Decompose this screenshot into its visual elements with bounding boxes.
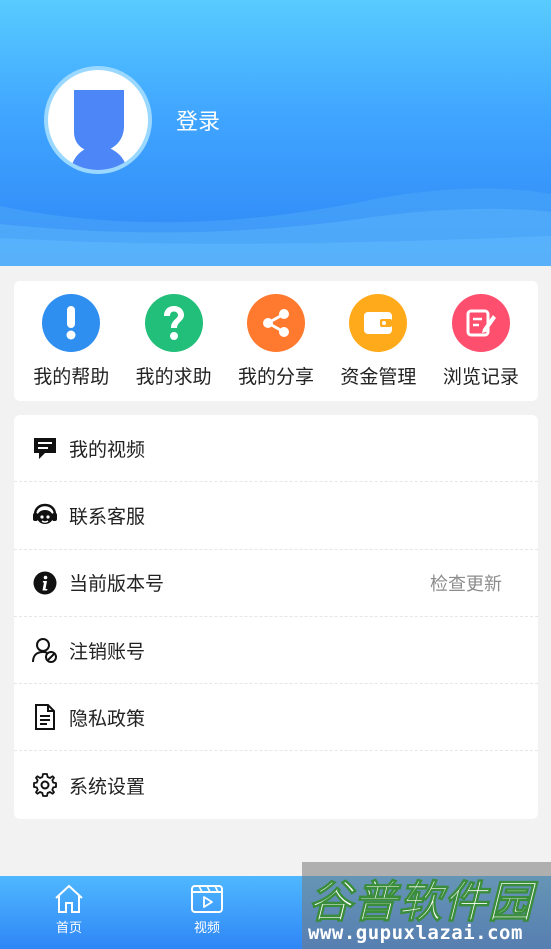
document-icon	[32, 704, 58, 731]
message-icon	[32, 435, 58, 461]
gear-icon	[32, 772, 58, 798]
tab-label: 首页	[55, 921, 82, 936]
question-icon	[144, 294, 203, 352]
shortcut-label: 资金管理	[340, 366, 417, 388]
user-cancel-icon	[32, 637, 58, 664]
menu-item-cancel-account[interactable]: 注销账号	[14, 617, 538, 685]
headset-icon	[32, 502, 58, 528]
shortcut-label: 我的求助	[135, 366, 212, 388]
menu-item-system-settings[interactable]: 系统设置	[14, 751, 538, 818]
shortcut-my-share[interactable]: 我的分享	[225, 281, 327, 401]
info-icon	[32, 570, 58, 596]
check-update-link[interactable]: 检查更新	[430, 570, 502, 596]
tab-home[interactable]: 首页	[0, 876, 138, 949]
menu-list: 我的视频 联系客服 当前版本号 检查更新 注销账号 隐私政策 系统设置	[14, 415, 538, 819]
header-wave	[0, 188, 551, 266]
menu-item-label: 联系客服	[69, 505, 146, 528]
shortcut-label: 我的分享	[238, 366, 315, 388]
menu-item-contact-support[interactable]: 联系客服	[14, 482, 538, 550]
shortcut-panel: 我的帮助 我的求助 我的分享 资金管理 浏览记录	[14, 281, 538, 401]
shortcut-browse-history[interactable]: 浏览记录	[430, 281, 532, 401]
shortcut-label: 我的帮助	[33, 366, 110, 388]
exclamation-icon	[42, 294, 101, 352]
menu-item-privacy-policy[interactable]: 隐私政策	[14, 684, 538, 752]
watermark: 谷普软件园 www.gupuxlazai.com	[302, 862, 551, 949]
menu-item-my-videos[interactable]: 我的视频	[14, 415, 538, 483]
default-user-avatar	[70, 90, 128, 170]
share-icon	[247, 294, 306, 352]
menu-item-label: 当前版本号	[69, 573, 165, 596]
shortcut-fund-management[interactable]: 资金管理	[327, 281, 429, 401]
shortcut-label: 浏览记录	[442, 366, 519, 388]
shortcut-my-request[interactable]: 我的求助	[122, 281, 224, 401]
avatar[interactable]	[44, 66, 152, 174]
home-icon	[55, 884, 83, 913]
menu-item-label: 系统设置	[69, 775, 146, 798]
shortcut-my-help[interactable]: 我的帮助	[20, 281, 122, 401]
tab-label: 视频	[193, 921, 220, 936]
wallet-icon	[349, 294, 408, 352]
edit-note-icon	[451, 294, 510, 352]
profile-header: 登录	[0, 0, 551, 266]
login-link[interactable]: 登录	[176, 104, 220, 136]
menu-item-label: 注销账号	[69, 640, 146, 663]
tab-video[interactable]: 视频	[138, 876, 276, 949]
watermark-title: 谷普软件园	[308, 877, 533, 929]
video-icon	[191, 885, 223, 913]
menu-item-version[interactable]: 当前版本号 检查更新	[14, 550, 538, 617]
menu-item-label: 我的视频	[69, 438, 146, 461]
menu-item-label: 隐私政策	[69, 707, 146, 730]
watermark-url: www.gupuxlazai.com	[308, 922, 523, 944]
